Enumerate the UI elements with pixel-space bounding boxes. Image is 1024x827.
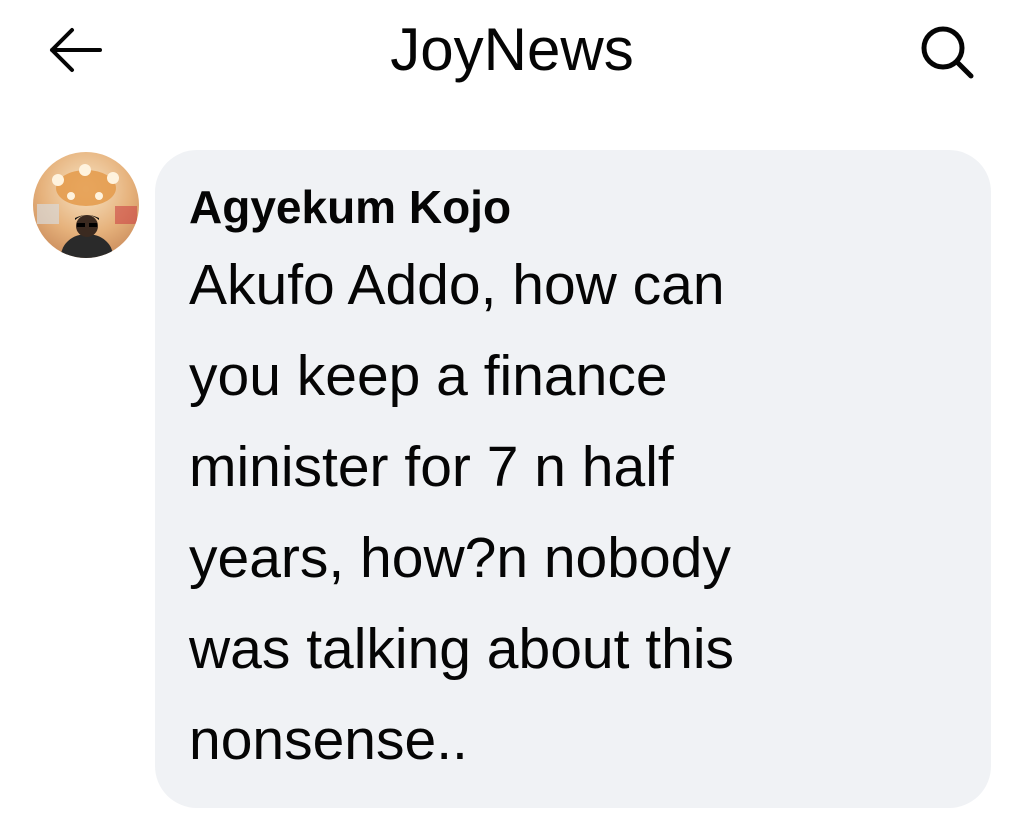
- comment-text: Akufo Addo, how can you keep a finance m…: [189, 240, 909, 786]
- comment-line: Akufo Addo, how can: [189, 253, 725, 317]
- top-bar: JoyNews: [0, 0, 1024, 110]
- comment-line: was talking about this: [189, 617, 734, 681]
- comment-author[interactable]: Agyekum Kojo: [189, 178, 957, 236]
- comment-line: you keep a finance: [189, 344, 668, 408]
- search-icon: [921, 26, 974, 79]
- profile-avatar: [33, 152, 139, 258]
- comment-line: years, how?n nobody: [189, 526, 731, 590]
- comment-bubble[interactable]: Agyekum Kojo Akufo Addo, how can you kee…: [155, 150, 991, 808]
- page-title: JoyNews: [390, 16, 634, 83]
- comment-line: minister for 7 n half: [189, 435, 674, 499]
- comment-line: nonsense..: [189, 708, 468, 772]
- avatar[interactable]: [33, 152, 139, 258]
- search-button[interactable]: [905, 20, 989, 84]
